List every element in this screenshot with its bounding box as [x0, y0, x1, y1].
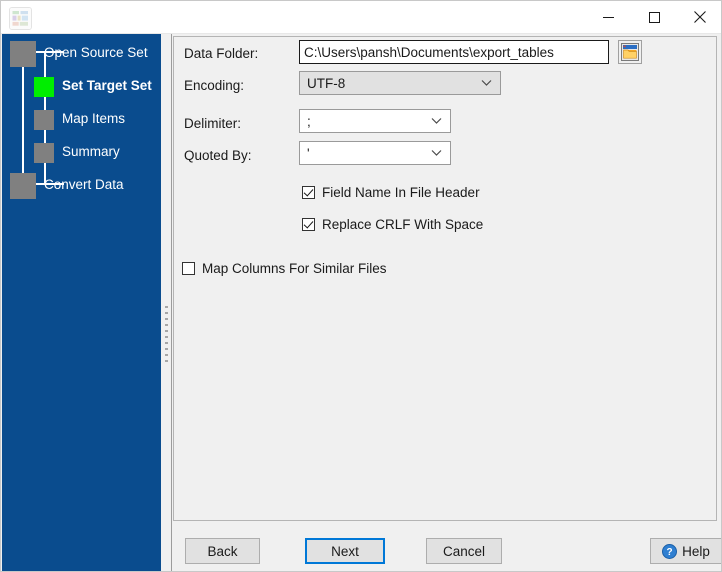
- checkbox-input[interactable]: [302, 186, 315, 199]
- checkbox-label: Map Columns For Similar Files: [202, 261, 387, 276]
- chevron-down-icon: [481, 80, 492, 87]
- quoted-by-label: Quoted By:: [184, 148, 252, 163]
- minimize-button[interactable]: [585, 1, 631, 33]
- step-node-icon: [10, 41, 36, 67]
- help-button[interactable]: ? Help: [650, 538, 721, 564]
- checkbox-map-columns-for-similar-files[interactable]: Map Columns For Similar Files: [182, 261, 387, 276]
- delimiter-value: ;: [307, 113, 311, 129]
- data-folder-label: Data Folder:: [184, 46, 259, 61]
- step-label: Convert Data: [44, 177, 124, 192]
- encoding-label: Encoding:: [184, 78, 245, 93]
- delimiter-select[interactable]: ;: [299, 109, 451, 133]
- close-icon: [694, 11, 706, 23]
- checkbox-input[interactable]: [302, 218, 315, 231]
- cancel-button[interactable]: Cancel: [426, 538, 502, 564]
- sidebar-step-open-source-set[interactable]: Open Source Set: [2, 38, 161, 70]
- sidebar-step-convert-data[interactable]: Convert Data: [2, 170, 161, 202]
- step-label: Open Source Set: [44, 45, 148, 60]
- step-node-icon-active: [34, 77, 54, 97]
- chevron-down-icon: [431, 150, 442, 157]
- checkbox-replace-crlf-with-space[interactable]: Replace CRLF With Space: [302, 217, 483, 232]
- window-controls: [585, 1, 721, 33]
- step-label: Summary: [62, 144, 120, 159]
- sidebar-step-set-target-set[interactable]: Set Target Set: [2, 71, 161, 103]
- checkbox-label: Replace CRLF With Space: [322, 217, 484, 232]
- step-list: Open Source Set Set Target Set Map Items…: [2, 34, 161, 214]
- close-button[interactable]: [677, 1, 721, 33]
- encoding-value: UTF-8: [307, 75, 346, 91]
- next-button[interactable]: Next: [305, 538, 385, 564]
- checkbox-field-name-in-file-header[interactable]: Field Name In File Header: [302, 185, 480, 200]
- splitter-grip[interactable]: [165, 306, 168, 364]
- svg-text:?: ?: [667, 547, 673, 558]
- help-button-label: Help: [682, 543, 710, 559]
- step-node-icon: [34, 110, 54, 130]
- app-icon: [9, 7, 32, 30]
- browse-folder-button[interactable]: [618, 40, 642, 64]
- quoted-by-value: ': [307, 145, 310, 161]
- checkbox-label: Field Name In File Header: [322, 185, 480, 200]
- title-bar: [1, 1, 721, 34]
- minimize-icon: [602, 16, 614, 18]
- maximize-button[interactable]: [631, 1, 677, 33]
- settings-panel: Data Folder: Encoding: UTF-8: [173, 36, 717, 521]
- sidebar-step-map-items[interactable]: Map Items: [2, 104, 161, 136]
- dialog-button-bar: Back Next Cancel ? Help: [173, 529, 721, 571]
- step-node-icon: [34, 143, 54, 163]
- checkbox-input[interactable]: [182, 262, 195, 275]
- folder-open-icon: [621, 43, 639, 61]
- splitter-divider: [171, 34, 172, 571]
- step-label: Set Target Set: [62, 78, 152, 93]
- step-node-icon: [10, 173, 36, 199]
- back-button[interactable]: Back: [185, 538, 260, 564]
- maximize-icon: [648, 11, 660, 23]
- quoted-by-select[interactable]: ': [299, 141, 451, 165]
- step-label: Map Items: [62, 111, 126, 126]
- main-content: Data Folder: Encoding: UTF-8: [173, 34, 721, 571]
- wizard-steps-sidebar: Open Source Set Set Target Set Map Items…: [2, 34, 161, 571]
- encoding-select[interactable]: UTF-8: [299, 71, 501, 95]
- chevron-down-icon: [431, 118, 442, 125]
- panel-splitter[interactable]: [161, 34, 173, 571]
- question-circle-icon: ?: [662, 543, 678, 559]
- delimiter-label: Delimiter:: [184, 116, 242, 131]
- wizard-window: Open Source Set Set Target Set Map Items…: [0, 0, 722, 572]
- sidebar-step-summary[interactable]: Summary: [2, 137, 161, 169]
- data-folder-input[interactable]: [299, 40, 609, 64]
